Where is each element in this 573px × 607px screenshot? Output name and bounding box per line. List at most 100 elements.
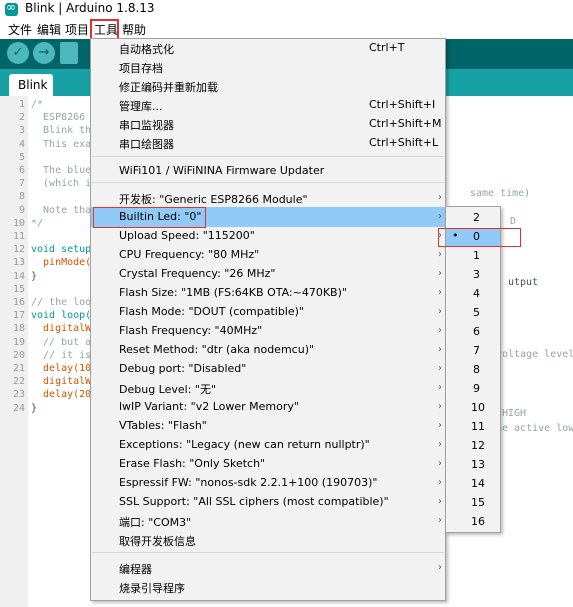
chevron-right-icon: › [438, 401, 442, 412]
line-number: 9 [18, 204, 25, 216]
code-fragment: voltage level [496, 349, 573, 360]
chevron-right-icon: › [438, 268, 442, 279]
code-line: // it is [31, 349, 92, 361]
code-line: ESP8266 [31, 112, 86, 124]
menu-sketch[interactable]: 项目 [65, 21, 89, 38]
tools-menu-item[interactable]: CPU Frequency: "80 MHz" [119, 248, 259, 261]
code-line: void loop( [31, 310, 92, 322]
tools-menu-item[interactable]: 取得开发板信息 [119, 533, 196, 549]
chevron-right-icon: › [438, 420, 442, 431]
tools-menu-item[interactable]: lwIP Variant: "v2 Lower Memory" [119, 400, 299, 413]
builtin-led-option[interactable]: 8 [473, 363, 480, 376]
code-line: } [31, 402, 38, 414]
tools-menu-item[interactable]: 管理库... [119, 98, 163, 114]
builtin-led-option[interactable]: 10 [471, 401, 485, 414]
annotation-box-builtin-led [93, 207, 206, 228]
tab-blink[interactable]: Blink [9, 74, 53, 96]
verify-icon[interactable]: ✓ [7, 42, 29, 64]
builtin-led-option[interactable]: 12 [471, 439, 485, 452]
tools-menu-item[interactable]: 开发板: "Generic ESP8266 Module" [119, 191, 308, 207]
tools-menu-item[interactable]: 烧录引导程序 [119, 580, 185, 596]
tools-menu-item[interactable]: Upload Speed: "115200" [119, 229, 255, 242]
line-number: 16 [12, 297, 25, 308]
tools-menu-item[interactable]: WiFi101 / WiFiNINA Firmware Updater [119, 164, 324, 177]
builtin-led-option[interactable]: 15 [471, 496, 485, 509]
tools-menu-item[interactable]: 串口监视器 [119, 117, 174, 133]
chevron-right-icon: › [438, 458, 442, 469]
code-line: Note tha [31, 204, 92, 216]
tools-menu-item[interactable]: 编程器 [119, 561, 152, 577]
code-line: This exa [31, 138, 92, 150]
tools-menu-item[interactable]: Crystal Frequency: "26 MHz" [119, 267, 275, 280]
tools-menu-item[interactable]: VTables: "Flash" [119, 419, 207, 432]
chevron-right-icon: › [438, 192, 442, 203]
tools-menu-item[interactable]: SSL Support: "All SSL ciphers (most comp… [119, 495, 389, 508]
builtin-led-option[interactable]: 3 [473, 268, 480, 281]
line-number: 20 [12, 349, 25, 361]
tools-menu-item[interactable]: Reset Method: "dtr (aka nodemcu)" [119, 343, 314, 356]
code-line: The blue [31, 165, 92, 176]
code-fragment: same time) [470, 188, 531, 199]
builtin-led-option[interactable]: 5 [473, 306, 480, 319]
builtin-led-option[interactable]: 9 [473, 382, 480, 395]
tools-menu-item[interactable]: Flash Size: "1MB (FS:64KB OTA:~470KB)" [119, 286, 347, 299]
new-sketch-icon[interactable] [60, 42, 78, 64]
line-number: 24 [12, 402, 25, 414]
builtin-led-option[interactable]: 16 [471, 515, 485, 528]
menu-help[interactable]: 帮助 [122, 21, 146, 38]
tools-menu-item[interactable]: Flash Mode: "DOUT (compatible)" [119, 305, 304, 318]
chevron-right-icon: › [438, 477, 442, 488]
line-number: 14 [12, 270, 25, 282]
tools-menu-item[interactable]: 项目存档 [119, 60, 163, 76]
menu-shortcut: Ctrl+Shift+M [369, 117, 442, 130]
menu-bar: 文件 编辑 项目 工具 帮助 [0, 19, 573, 39]
code-line: // but a [31, 336, 92, 348]
tools-menu-item[interactable]: Espressif FW: "nonos-sdk 2.2.1+100 (1907… [119, 476, 377, 489]
code-line: */ [31, 217, 44, 229]
tools-menu-item[interactable]: 修正编码并重新加载 [119, 79, 218, 95]
tools-menu-item[interactable]: Flash Frequency: "40MHz" [119, 324, 262, 337]
line-number: 1 [18, 99, 25, 110]
tools-menu-item[interactable]: 端口: "COM3" [119, 514, 191, 530]
line-number: 19 [12, 336, 25, 348]
line-number: 5 [18, 151, 25, 163]
menu-shortcut: Ctrl+Shift+L [369, 136, 439, 149]
tools-menu-item[interactable]: 串口绘图器 [119, 136, 174, 152]
code-fragment: utput [508, 277, 539, 288]
upload-icon[interactable]: → [33, 42, 55, 64]
builtin-led-option[interactable]: 1 [473, 249, 480, 262]
chevron-right-icon: › [438, 344, 442, 355]
line-number: 3 [18, 125, 25, 137]
builtin-led-option[interactable]: 4 [473, 287, 480, 300]
tools-menu-item[interactable]: Exceptions: "Legacy (new can return null… [119, 438, 370, 451]
code-line: digitalW [31, 323, 92, 335]
builtin-led-option[interactable]: 7 [473, 344, 480, 357]
line-number: 22 [12, 376, 25, 388]
line-number: 2 [18, 112, 25, 124]
tools-menu-item[interactable]: Erase Flash: "Only Sketch" [119, 457, 265, 470]
line-number: 15 [12, 283, 25, 295]
menu-separator [92, 182, 444, 183]
tools-menu-item[interactable]: Debug port: "Disabled" [119, 362, 246, 375]
arduino-logo-icon [5, 0, 18, 16]
chevron-right-icon: › [438, 382, 442, 393]
builtin-led-option[interactable]: 14 [471, 477, 485, 490]
line-number: 13 [12, 257, 25, 269]
line-number: 17 [12, 310, 25, 322]
code-line: delay(10 [31, 363, 92, 374]
menu-edit[interactable]: 编辑 [37, 21, 61, 38]
builtin-led-option[interactable]: 11 [471, 420, 485, 433]
code-fragment: he active low [496, 423, 573, 434]
builtin-led-option[interactable]: 2 [473, 211, 480, 224]
builtin-led-option[interactable]: 13 [471, 458, 485, 471]
tools-menu-item[interactable]: 自动格式化 [119, 41, 174, 57]
builtin-led-option[interactable]: 6 [473, 325, 480, 338]
menu-file[interactable]: 文件 [8, 21, 32, 38]
chevron-right-icon: › [438, 496, 442, 507]
tools-menu-item[interactable]: Debug Level: "无" [119, 381, 216, 397]
line-number: 21 [12, 363, 25, 374]
chevron-right-icon: › [438, 249, 442, 260]
chevron-right-icon: › [438, 439, 442, 450]
chevron-right-icon: › [438, 515, 442, 526]
line-number: 8 [18, 191, 25, 203]
